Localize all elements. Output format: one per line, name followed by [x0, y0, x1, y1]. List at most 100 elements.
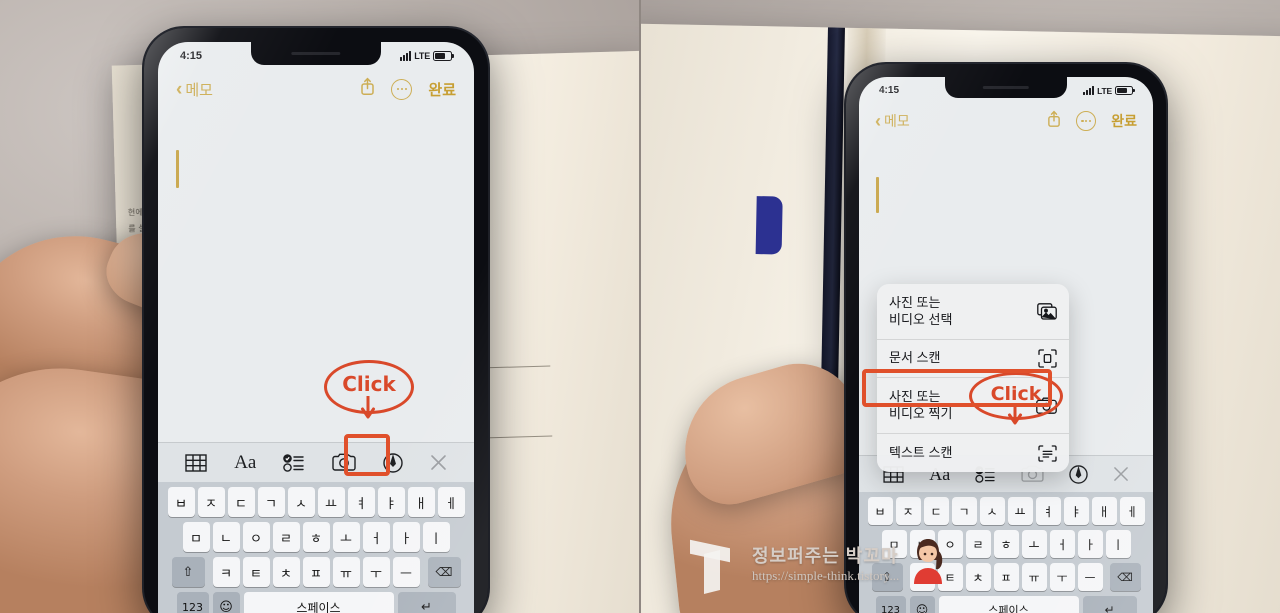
back-label: 메모 [884, 113, 910, 129]
key[interactable]: ㅕ [347, 487, 375, 517]
key[interactable]: ㅠ [1021, 563, 1047, 591]
keyboard-row-3: ⇧ ㅋ ㅌ ㅊ ㅍ ㅠ ㅜ ㅡ ⌫ [160, 557, 472, 587]
key[interactable]: ㅇ [937, 530, 963, 558]
key[interactable]: ㅜ [1049, 563, 1075, 591]
key[interactable]: ㅛ [317, 487, 345, 517]
key[interactable]: ㅓ [1049, 530, 1075, 558]
table-icon[interactable] [185, 453, 208, 472]
text-cursor [176, 150, 179, 188]
key[interactable]: ㅐ [1091, 497, 1117, 525]
key[interactable]: ㅎ [993, 530, 1019, 558]
key[interactable]: ㄴ [212, 522, 240, 552]
key[interactable]: ㅊ [965, 563, 991, 591]
key[interactable]: ㅂ [867, 497, 893, 525]
key[interactable]: ㅁ [182, 522, 210, 552]
back-to-notes-button[interactable]: ‹ 메모 [875, 111, 910, 131]
space-key[interactable]: 스페이스 [243, 592, 394, 613]
menu-item-scan-document[interactable]: 문서 스캔 [877, 340, 1069, 378]
share-icon[interactable] [1047, 110, 1061, 133]
key[interactable]: ㅋ [909, 563, 935, 591]
key[interactable]: ㅔ [1119, 497, 1145, 525]
keyboard-row-2: ㅁ ㄴ ㅇ ㄹ ㅎ ㅗ ㅓ ㅏ ㅣ [160, 522, 472, 552]
keyboard-row-3: ⇧ ㅋ ㅌ ㅊ ㅍ ㅠ ㅜ ㅡ ⌫ [861, 563, 1151, 591]
checklist-icon[interactable] [283, 453, 305, 472]
key[interactable]: ㅋ [212, 557, 240, 587]
key[interactable]: ㅊ [272, 557, 300, 587]
key[interactable]: ㅇ [242, 522, 270, 552]
space-key[interactable]: 스페이스 [938, 596, 1079, 613]
markup-icon[interactable] [383, 452, 403, 473]
camera-icon[interactable] [332, 453, 356, 472]
key[interactable]: ㅌ [242, 557, 270, 587]
key[interactable]: ㅁ [881, 530, 907, 558]
more-options-button[interactable] [391, 78, 413, 100]
key[interactable]: ㅛ [1007, 497, 1033, 525]
phone-left-screen: 4:15 LTE ‹ 메모 완료 Aa ㅂ ㅈ ㄷ ㄱ ㅅ ㅛ ㅕ ㅑ ㅐ ㅔ … [158, 42, 474, 613]
emoji-key[interactable]: ☺ [212, 592, 240, 613]
backspace-key[interactable]: ⌫ [1109, 563, 1141, 591]
key[interactable]: ㄱ [951, 497, 977, 525]
close-icon[interactable] [430, 454, 447, 471]
key[interactable]: ㄷ [227, 487, 255, 517]
backspace-key[interactable]: ⌫ [427, 557, 461, 587]
key[interactable]: ㄷ [923, 497, 949, 525]
key[interactable]: ㅌ [937, 563, 963, 591]
menu-item-label: 사진 또는 비디오 선택 [889, 295, 953, 327]
battery-icon [433, 51, 454, 61]
text-scan-icon [1038, 444, 1057, 462]
key[interactable]: ㅕ [1035, 497, 1061, 525]
menu-item-take-photo-video[interactable]: 사진 또는 비디오 찍기 [877, 378, 1069, 434]
shift-key[interactable]: ⇧ [871, 563, 903, 591]
key[interactable]: ㅍ [302, 557, 330, 587]
numeric-key[interactable]: 123 [875, 596, 906, 613]
shift-key[interactable]: ⇧ [171, 557, 205, 587]
key[interactable]: ㅅ [979, 497, 1005, 525]
screenshot-root: 현에 대 를 설명 의 저 차입을 rate)를 또는 365 100에 이 선… [0, 0, 1280, 613]
done-button[interactable]: 완료 [428, 79, 456, 100]
key[interactable]: ㅍ [993, 563, 1019, 591]
key[interactable]: ㄱ [257, 487, 285, 517]
text-format-icon[interactable]: Aa [234, 452, 256, 474]
key[interactable]: ㅏ [1077, 530, 1103, 558]
menu-item-scan-text[interactable]: 텍스트 스캔 [877, 434, 1069, 472]
keyboard-row-1: ㅂ ㅈ ㄷ ㄱ ㅅ ㅛ ㅕ ㅑ ㅐ ㅔ [160, 487, 472, 517]
key[interactable]: ㅣ [422, 522, 450, 552]
key[interactable]: ㅓ [362, 522, 390, 552]
back-to-notes-button[interactable]: ‹ 메모 [176, 79, 213, 100]
emoji-key[interactable]: ☺ [909, 596, 935, 613]
share-icon[interactable] [360, 77, 375, 101]
key[interactable]: ㅡ [392, 557, 420, 587]
key[interactable]: ㅎ [302, 522, 330, 552]
key[interactable]: ㅔ [437, 487, 465, 517]
key[interactable]: ㅅ [287, 487, 315, 517]
keyboard-row-2: ㅁ ㄴ ㅇ ㄹ ㅎ ㅗ ㅓ ㅏ ㅣ [861, 530, 1151, 558]
key[interactable]: ㅣ [1105, 530, 1131, 558]
done-button[interactable]: 완료 [1111, 111, 1137, 131]
text-cursor [876, 177, 879, 213]
key[interactable]: ㅡ [1077, 563, 1103, 591]
key[interactable]: ㅐ [407, 487, 435, 517]
key[interactable]: ㅠ [332, 557, 360, 587]
key[interactable]: ㄹ [272, 522, 300, 552]
key[interactable]: ㅗ [332, 522, 360, 552]
photo-right: 엔지니어링 한 금융공학기법에 의 제 복제하는가를 설명 개념인 FRA의 저… [640, 0, 1280, 613]
key[interactable]: ㅗ [1021, 530, 1047, 558]
return-key[interactable]: ↵ [1082, 596, 1137, 613]
close-icon[interactable] [1113, 466, 1129, 482]
return-key[interactable]: ↵ [397, 592, 456, 613]
key[interactable]: ㅑ [377, 487, 405, 517]
key[interactable]: ㄴ [909, 530, 935, 558]
key[interactable]: ㅂ [167, 487, 195, 517]
battery-icon [1115, 85, 1135, 96]
key[interactable]: ㄹ [965, 530, 991, 558]
key[interactable]: ㅈ [197, 487, 225, 517]
menu-item-choose-photo-video[interactable]: 사진 또는 비디오 선택 [877, 284, 1069, 340]
key[interactable]: ㅑ [1063, 497, 1089, 525]
key[interactable]: ㅜ [362, 557, 390, 587]
numeric-key[interactable]: 123 [176, 592, 209, 613]
key[interactable]: ㅈ [895, 497, 921, 525]
markup-icon[interactable] [1069, 464, 1088, 484]
more-options-button[interactable] [1076, 111, 1097, 131]
key[interactable]: ㅏ [392, 522, 420, 552]
photo-divider [639, 0, 641, 613]
